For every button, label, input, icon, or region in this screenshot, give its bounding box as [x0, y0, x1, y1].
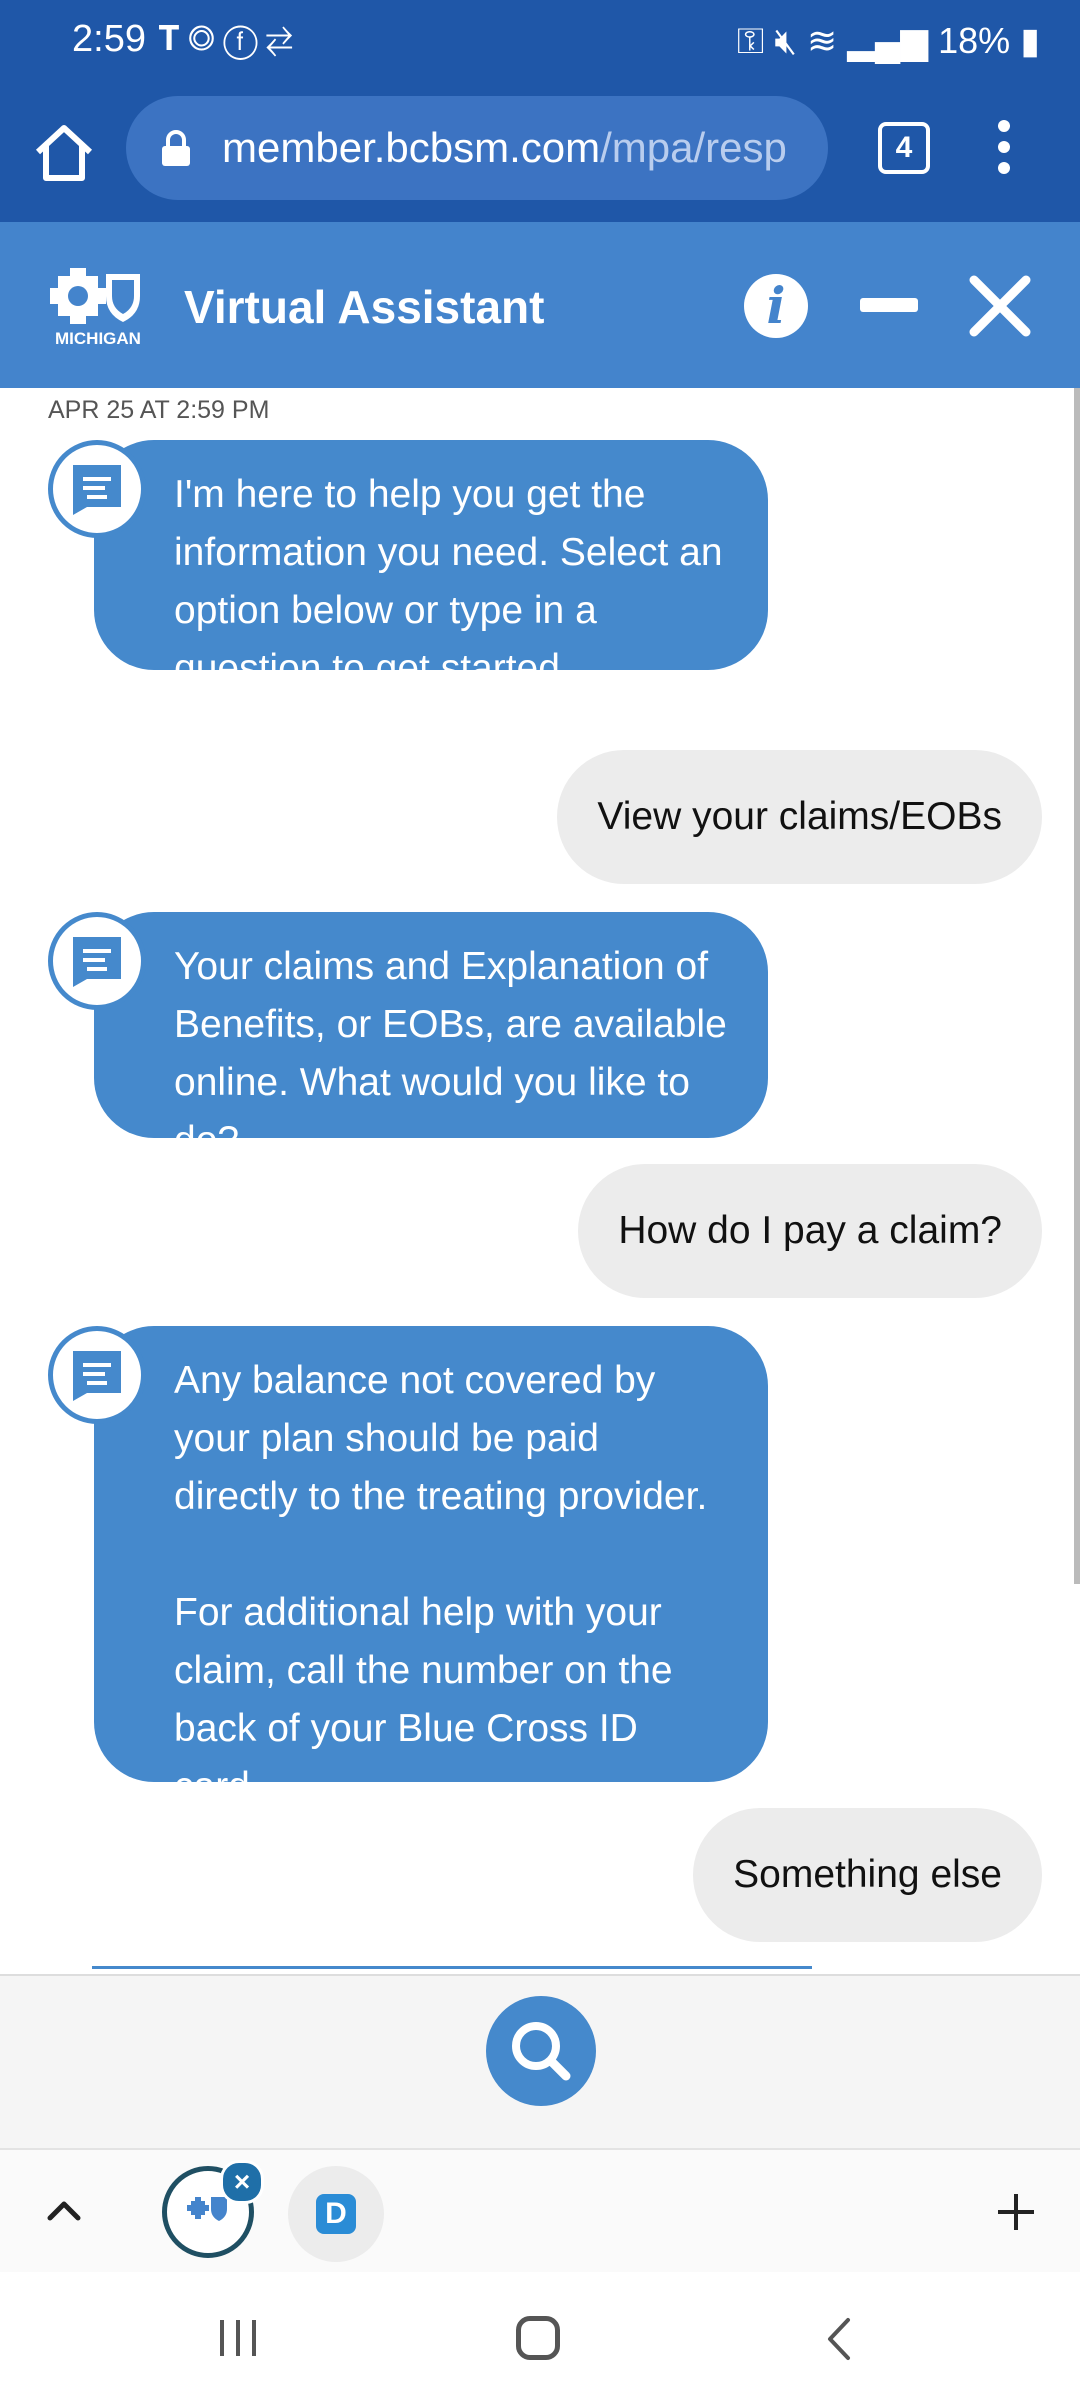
browser-tab-dock: × D	[0, 2148, 1080, 2276]
plus-icon[interactable]	[996, 2192, 1036, 2232]
bot-avatar	[48, 440, 146, 538]
bcbs-michigan-logo: MICHIGAN	[50, 268, 141, 348]
chat-transcript[interactable]: APR 25 AT 2:59 PM I'm here to help you g…	[0, 388, 1080, 1974]
info-icon[interactable]: i	[744, 274, 808, 338]
status-time: 2:59	[72, 18, 146, 60]
bot-message: Any balance not covered by your plan sho…	[94, 1326, 768, 1808]
dock-tab-close-icon[interactable]: ×	[220, 2160, 264, 2204]
header-title: Virtual Assistant	[184, 281, 545, 333]
chat-bubble-icon	[73, 465, 121, 515]
next-message-edge	[92, 1966, 812, 1969]
t-mobile-icon: 𝐓	[158, 20, 188, 58]
url-host: member.bcbsm.com	[222, 124, 601, 171]
recent-apps-icon[interactable]	[216, 2318, 260, 2358]
chat-bubble-icon	[73, 1351, 121, 1401]
home-icon[interactable]	[30, 118, 98, 186]
browser-toolbar: member.bcbsm.com/mpa/resp 4	[0, 90, 1080, 222]
lock-icon	[162, 130, 190, 166]
user-message: How do I pay a claim?	[578, 1164, 1042, 1298]
bot-avatar	[48, 912, 146, 1010]
address-bar[interactable]: member.bcbsm.com/mpa/resp	[126, 96, 828, 200]
home-button-icon[interactable]	[516, 2316, 560, 2360]
facebook-icon: ⓕ	[223, 20, 266, 58]
user-message: Something else	[693, 1808, 1042, 1942]
shazam-icon: ◎	[187, 20, 224, 58]
assistant-header: MICHIGAN Virtual Assistant i	[0, 222, 1080, 388]
bot-message: Your claims and Explanation of Benefits,…	[94, 912, 768, 1162]
key-icon: ⚿	[736, 20, 765, 61]
bot-message-paragraph: Any balance not covered by your plan sho…	[174, 1359, 708, 1518]
signal-icon: ▂▄▆	[847, 20, 929, 61]
mute-icon: 🔇︎	[774, 20, 797, 61]
swap-icon: ⇄	[265, 20, 301, 58]
back-icon[interactable]	[824, 2316, 854, 2362]
close-icon[interactable]	[968, 274, 1032, 338]
search-icon	[512, 2022, 571, 2081]
battery-charging-icon: ▮	[1020, 20, 1040, 61]
user-message-text: View your claims/EOBs	[597, 795, 1002, 838]
dock-tab-d[interactable]: D	[288, 2166, 384, 2262]
notification-icons: 𝐓◎ⓕ⇄	[158, 20, 301, 59]
bot-message-text: I'm here to help you get the information…	[174, 473, 723, 690]
search-button[interactable]	[486, 1996, 596, 2106]
user-message: View your claims/EOBs	[557, 750, 1042, 884]
url-path: /mpa/resp	[600, 124, 787, 171]
bot-avatar	[48, 1326, 146, 1424]
d-app-icon: D	[316, 2194, 356, 2234]
bot-message-text: Your claims and Explanation of Benefits,…	[174, 945, 727, 1162]
bot-message: I'm here to help you get the information…	[94, 440, 768, 690]
wifi-icon: ≋	[807, 20, 838, 61]
user-message-text: Something else	[733, 1853, 1002, 1896]
minimize-icon[interactable]	[860, 298, 918, 312]
bot-message-paragraph: For additional help with your claim, cal…	[174, 1591, 673, 1808]
chat-footer	[0, 1974, 1080, 2150]
status-bar: 2:59 𝐓◎ⓕ⇄ ⚿ 🔇︎ ≋ ▂▄▆ 18% ▮	[0, 0, 1080, 90]
scrollbar[interactable]	[1074, 388, 1080, 1584]
chevron-up-icon[interactable]	[44, 2194, 84, 2224]
message-timestamp: APR 25 AT 2:59 PM	[48, 396, 270, 424]
status-right: ⚿ 🔇︎ ≋ ▂▄▆ 18% ▮	[737, 20, 1040, 63]
system-nav-bar	[0, 2272, 1080, 2400]
browser-menu-icon[interactable]	[996, 120, 1012, 180]
tab-switcher-button[interactable]: 4	[878, 122, 930, 174]
chat-bubble-icon	[73, 937, 121, 987]
user-message-text: How do I pay a claim?	[618, 1209, 1002, 1252]
logo-text: MICHIGAN	[55, 329, 141, 348]
url-text: member.bcbsm.com/mpa/resp	[222, 124, 787, 172]
battery-percent: 18%	[938, 20, 1011, 61]
